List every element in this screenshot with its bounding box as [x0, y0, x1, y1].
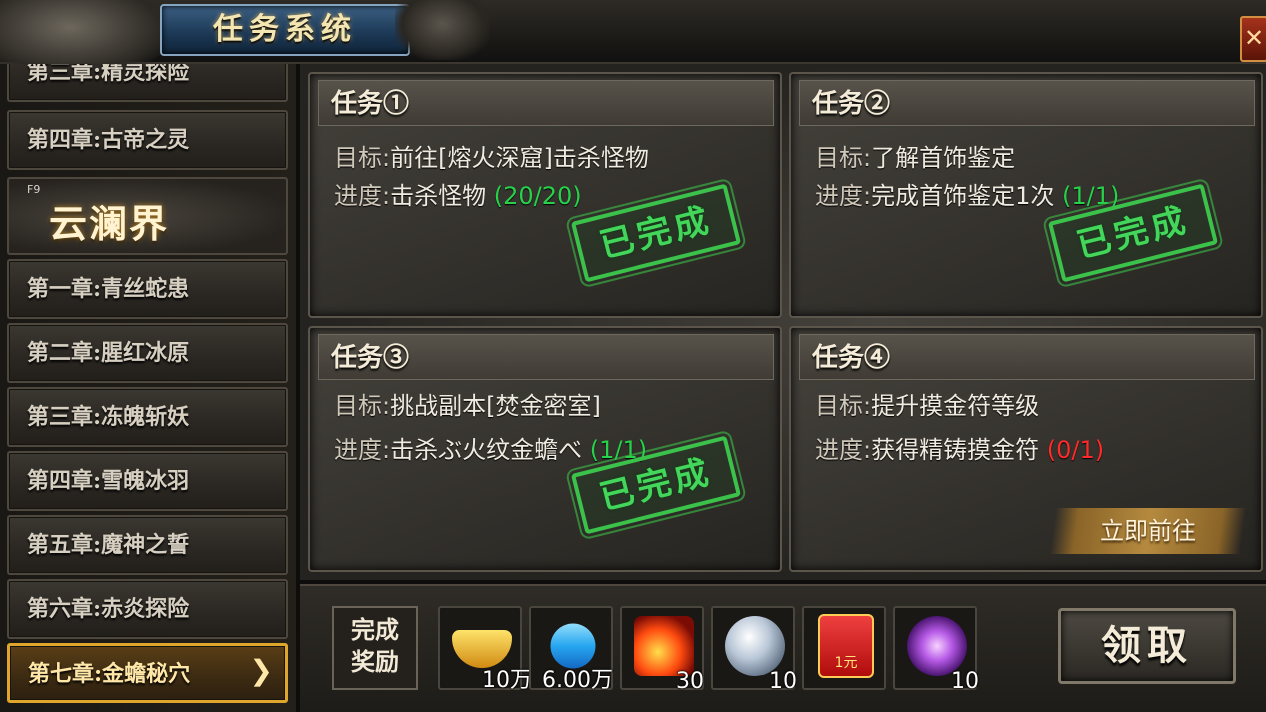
task-progress: 进度:获得精铸摸金符 (0/1) — [815, 430, 1104, 465]
chapter-label: 第一章:青丝蛇患 — [27, 276, 190, 302]
chapter-item[interactable]: 第六章:赤炎探险 — [7, 579, 288, 639]
goal-text: 了解首饰鉴定 — [871, 144, 1016, 172]
goal-label: 目标: — [815, 144, 872, 172]
task-goal: 目标:提升摸金符等级 — [815, 386, 1039, 421]
progress-text: 获得精铸摸金符 — [871, 436, 1040, 464]
chapter-item[interactable]: 第三章:冻魄斩妖 — [7, 387, 288, 447]
spirit-stone-icon — [725, 616, 785, 676]
progress-value: (0/1) — [1046, 436, 1105, 464]
reward-slot[interactable]: 10 — [893, 606, 979, 694]
stamp-text: 已完成 — [595, 199, 717, 267]
task-title: 任务③ — [331, 343, 410, 373]
task-title-bar: 任务② — [799, 80, 1255, 126]
progress-value: (20/20) — [493, 182, 582, 210]
title-plate: 任务系统 — [160, 4, 410, 56]
progress-label: 进度: — [815, 436, 872, 464]
red-packet-icon: 1元 — [818, 614, 874, 678]
chapter-label: 第七章:金蟾秘穴 — [28, 661, 191, 687]
task-title-bar: 任务④ — [799, 334, 1255, 380]
reward-slot[interactable]: 1元 — [802, 606, 886, 690]
chapter-label: 第二章:腥红冰原 — [27, 340, 190, 366]
chapter-label: 第四章:古帝之灵 — [27, 127, 190, 153]
reward-count: 10万 — [482, 668, 532, 693]
realm-name: 云澜界 — [49, 201, 170, 246]
completed-stamp: 已完成 — [565, 175, 747, 291]
chapter-label: 第三章:冻魄斩妖 — [27, 404, 190, 430]
task-title-bar: 任务③ — [318, 334, 774, 380]
chapter-item[interactable]: 第一章:青丝蛇患 — [7, 259, 288, 319]
chapter-label: 第六章:赤炎探险 — [27, 596, 190, 622]
reward-count: 10 — [769, 669, 797, 694]
chapter-item[interactable]: 第二章:腥红冰原 — [7, 323, 288, 383]
chapter-item[interactable]: 第四章:古帝之灵 — [7, 110, 288, 170]
task-panel-2: 任务② 目标:了解首饰鉴定 进度:完成首饰鉴定1次 (1/1) 已完成 — [789, 72, 1263, 318]
claim-button[interactable]: 领取 — [1058, 608, 1236, 684]
chapter-label: 第四章:雪魄冰羽 — [27, 468, 190, 494]
window-header: 任务系统 — [0, 0, 1266, 78]
chapter-sidebar: 第三章:精灵探险 第四章:古帝之灵 F9 云澜界 第一章:青丝蛇患 第二章:腥红… — [0, 64, 296, 712]
task-area: 任务① 目标:前往[熔火深窟]击杀怪物 进度:击杀怪物 (20/20) 已完成 … — [300, 64, 1266, 580]
red-packet-text: 1元 — [834, 655, 858, 671]
goal-text: 挑战副本[焚金密室] — [390, 392, 601, 420]
task-progress: 进度:击杀怪物 (20/20) — [334, 176, 582, 211]
goal-label: 目标: — [334, 144, 391, 172]
close-button[interactable]: ✕ — [1240, 16, 1266, 62]
goal-label: 目标: — [334, 392, 391, 420]
reward-count: 6.00万 — [542, 668, 613, 693]
go-now-button[interactable]: 立即前往 — [1049, 508, 1247, 554]
reward-slot[interactable]: 10万 — [438, 606, 532, 693]
fire-feather-icon — [634, 616, 694, 676]
goal-text: 提升摸金符等级 — [871, 392, 1040, 420]
realm-hotkey: F9 — [27, 183, 41, 196]
task-title: 任务④ — [812, 343, 891, 373]
chapter-label: 第三章:精灵探险 — [27, 64, 190, 85]
task-goal: 目标:挑战副本[焚金密室] — [334, 386, 601, 421]
reward-label-box: 完成 奖励 — [332, 606, 418, 690]
task-title-bar: 任务① — [318, 80, 774, 126]
chevron-right-icon: ❯ — [249, 654, 273, 687]
reward-count: 30 — [676, 669, 704, 694]
task-goal: 目标:前往[熔火深窟]击杀怪物 — [334, 138, 649, 173]
task-goal: 目标:了解首饰鉴定 — [815, 138, 1015, 173]
progress-text: 击杀怪物 — [390, 182, 487, 210]
progress-label: 进度: — [334, 436, 391, 464]
goal-text: 前往[熔火深窟]击杀怪物 — [390, 144, 649, 172]
reward-count: 10 — [951, 669, 979, 694]
purple-orb-icon — [907, 616, 967, 676]
chapter-item[interactable]: 第三章:精灵探险 — [7, 64, 288, 102]
chapter-item[interactable]: 第五章:魔神之誓 — [7, 515, 288, 575]
goal-label: 目标: — [815, 392, 872, 420]
reward-bar: 完成 奖励 10万 6.00万 30 10 1元 10 领取 — [300, 584, 1266, 712]
reward-slot[interactable]: 10 — [711, 606, 797, 694]
task-progress: 进度:击杀ぶ火纹金蟾べ (1/1) — [334, 430, 647, 465]
task-title: 任务① — [331, 89, 410, 119]
task-progress: 进度:完成首饰鉴定1次 (1/1) — [815, 176, 1119, 211]
chapter-item-selected[interactable]: 第七章:金蟾秘穴 ❯ — [7, 643, 288, 703]
progress-text: 击杀ぶ火纹金蟾べ — [390, 436, 583, 464]
reward-label: 完成 奖励 — [351, 615, 399, 676]
chapter-label: 第五章:魔神之誓 — [27, 532, 190, 558]
progress-text: 完成首饰鉴定1次 — [871, 182, 1055, 210]
realm-header-yunlan[interactable]: F9 云澜界 — [7, 177, 288, 255]
chapter-item[interactable]: 第四章:雪魄冰羽 — [7, 451, 288, 511]
task-title: 任务② — [812, 89, 891, 119]
reward-slot[interactable]: 6.00万 — [529, 606, 613, 693]
task-panel-4: 任务④ 目标:提升摸金符等级 进度:获得精铸摸金符 (0/1) 立即前往 — [789, 326, 1263, 572]
task-panel-1: 任务① 目标:前往[熔火深窟]击杀怪物 进度:击杀怪物 (20/20) 已完成 — [308, 72, 782, 318]
progress-label: 进度: — [815, 182, 872, 210]
dragon-ornament-right-icon — [395, 0, 490, 60]
claim-label: 领取 — [1101, 622, 1193, 669]
reward-slot[interactable]: 30 — [620, 606, 704, 694]
window-title: 任务系统 — [213, 12, 357, 47]
task-panel-3: 任务③ 目标:挑战副本[焚金密室] 进度:击杀ぶ火纹金蟾べ (1/1) 已完成 — [308, 326, 782, 572]
go-now-label: 立即前往 — [1100, 517, 1196, 545]
progress-label: 进度: — [334, 182, 391, 210]
